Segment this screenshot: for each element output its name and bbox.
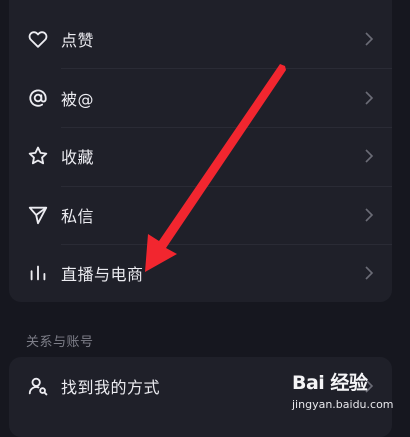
watermark-url: jingyan.baidu.com — [292, 398, 394, 411]
watermark-logo: Bai 经验 — [292, 372, 368, 394]
baidu-jingyan-watermark: Bai 经验 jingyan.baidu.com — [292, 368, 410, 424]
annotation-arrow — [145, 64, 286, 272]
